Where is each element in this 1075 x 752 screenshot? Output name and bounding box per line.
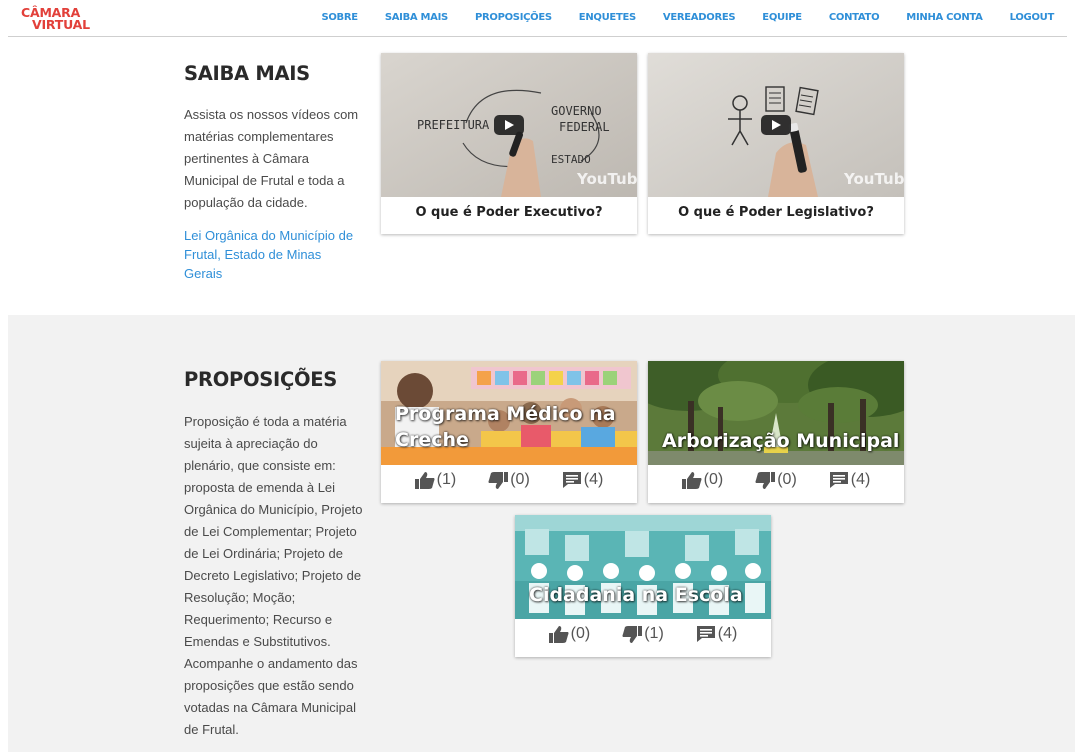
comment-count: (4) bbox=[583, 471, 604, 488]
site-logo[interactable]: CÂMARA VIRTUAL bbox=[21, 6, 111, 32]
thumbs-down-icon bbox=[488, 471, 509, 489]
board-word-governo: GOVERNO bbox=[551, 104, 602, 118]
nav-minha-conta[interactable]: MINHA CONTA bbox=[906, 12, 983, 23]
saiba-mais-section: SAIBA MAIS Assista os nossos vídeos com … bbox=[0, 37, 1075, 315]
dislike-count: (0) bbox=[510, 471, 530, 488]
nav-vereadores[interactable]: VEREADORES bbox=[663, 12, 736, 23]
board-word-prefeitura: PREFEITURA bbox=[417, 118, 490, 132]
thumbs-up-icon bbox=[548, 625, 569, 643]
nav-equipe[interactable]: EQUIPE bbox=[762, 12, 802, 23]
proposicao-stats: (0) (1) (4) bbox=[515, 625, 771, 643]
proposicao-card[interactable]: Programa Médico na Creche (1) (0) (4) bbox=[381, 361, 637, 503]
comments-button[interactable]: (4) bbox=[562, 471, 604, 489]
comment-count: (4) bbox=[850, 471, 871, 488]
board-word-federal: FEDERAL bbox=[559, 120, 610, 134]
proposicao-card[interactable]: Arborização Municipal (0) (0) (4) bbox=[648, 361, 904, 503]
dislike-button[interactable]: (0) bbox=[488, 471, 530, 489]
video-card-legislativo[interactable]: YouTube O que é Poder Legislativo? bbox=[648, 53, 904, 234]
lei-organica-link[interactable]: Lei Orgânica do Município de Frutal, Est… bbox=[184, 226, 359, 283]
youtube-badge-text: YouTube bbox=[843, 170, 904, 188]
proposicao-image[interactable]: Programa Médico na Creche bbox=[381, 361, 637, 465]
proposicao-title-line1[interactable]: Arborização Municipal bbox=[662, 428, 899, 454]
video-card-executivo[interactable]: PREFEITURA GOVERNO FEDERAL ESTADO YouTub… bbox=[381, 53, 637, 234]
video-caption[interactable]: O que é Poder Executivo? bbox=[381, 205, 637, 220]
video-caption[interactable]: O que é Poder Legislativo? bbox=[648, 205, 904, 220]
proposicoes-section: PROPOSIÇÕES Proposição é toda a matéria … bbox=[8, 315, 1075, 752]
play-icon[interactable] bbox=[761, 115, 791, 135]
youtube-badge: YouTube bbox=[843, 170, 904, 188]
nav-contato[interactable]: CONTATO bbox=[829, 12, 880, 23]
thumbs-up-icon bbox=[681, 471, 702, 489]
video-thumbnail[interactable]: PREFEITURA GOVERNO FEDERAL ESTADO YouTub… bbox=[381, 53, 637, 197]
proposicao-image[interactable]: Cidadania na Escola bbox=[515, 515, 771, 619]
board-word-estado: ESTADO bbox=[551, 153, 591, 166]
proposicao-card[interactable]: Cidadania na Escola (0) (1) (4) bbox=[515, 515, 771, 657]
comment-icon bbox=[829, 472, 848, 488]
video-thumbnail[interactable]: YouTube bbox=[648, 53, 904, 197]
nav-enquetes[interactable]: ENQUETES bbox=[579, 12, 636, 23]
proposicao-title-line2[interactable]: Creche bbox=[395, 427, 469, 453]
nav-sobre[interactable]: SOBRE bbox=[321, 12, 358, 23]
dislike-button[interactable]: (1) bbox=[622, 625, 664, 643]
like-button[interactable]: (1) bbox=[414, 471, 457, 489]
play-icon[interactable] bbox=[494, 115, 524, 135]
youtube-badge-text: YouTube bbox=[576, 170, 637, 188]
proposicao-stats: (1) (0) (4) bbox=[381, 471, 637, 489]
thumbs-down-icon bbox=[755, 471, 776, 489]
top-navbar: CÂMARA VIRTUAL SOBRE SAIBA MAIS PROPOSIÇ… bbox=[0, 0, 1075, 37]
proposicao-title-line1[interactable]: Cidadania na Escola bbox=[529, 582, 743, 608]
comments-button[interactable]: (4) bbox=[829, 471, 871, 489]
proposicao-image[interactable]: Arborização Municipal bbox=[648, 361, 904, 465]
main-nav: SOBRE SAIBA MAIS PROPOSIÇÕES ENQUETES VE… bbox=[294, 12, 1054, 23]
comments-button[interactable]: (4) bbox=[696, 625, 738, 643]
youtube-badge: YouTube bbox=[576, 170, 637, 188]
like-count: (0) bbox=[703, 471, 724, 488]
dislike-count: (1) bbox=[644, 625, 664, 642]
thumbs-down-icon bbox=[622, 625, 643, 643]
nav-logout[interactable]: LOGOUT bbox=[1010, 12, 1055, 23]
saiba-mais-title: SAIBA MAIS bbox=[184, 62, 310, 85]
saiba-mais-description: Assista os nossos vídeos com matérias co… bbox=[184, 107, 359, 210]
like-count: (1) bbox=[436, 471, 457, 488]
like-count: (0) bbox=[570, 625, 591, 642]
proposicao-title-line1[interactable]: Programa Médico na bbox=[395, 401, 616, 427]
like-button[interactable]: (0) bbox=[681, 471, 724, 489]
comment-icon bbox=[562, 472, 581, 488]
dislike-button[interactable]: (0) bbox=[755, 471, 797, 489]
nav-saiba-mais[interactable]: SAIBA MAIS bbox=[385, 12, 448, 23]
dislike-count: (0) bbox=[777, 471, 797, 488]
proposicao-stats: (0) (0) (4) bbox=[648, 471, 904, 489]
proposicoes-description: Proposição é toda a matéria sujeita à ap… bbox=[184, 414, 363, 737]
proposicoes-title: PROPOSIÇÕES bbox=[184, 368, 338, 391]
like-button[interactable]: (0) bbox=[548, 625, 591, 643]
nav-proposicoes[interactable]: PROPOSIÇÕES bbox=[475, 12, 552, 23]
thumbs-up-icon bbox=[414, 471, 435, 489]
logo-line2: VIRTUAL bbox=[32, 17, 90, 32]
comment-icon bbox=[696, 626, 715, 642]
comment-count: (4) bbox=[717, 625, 738, 642]
